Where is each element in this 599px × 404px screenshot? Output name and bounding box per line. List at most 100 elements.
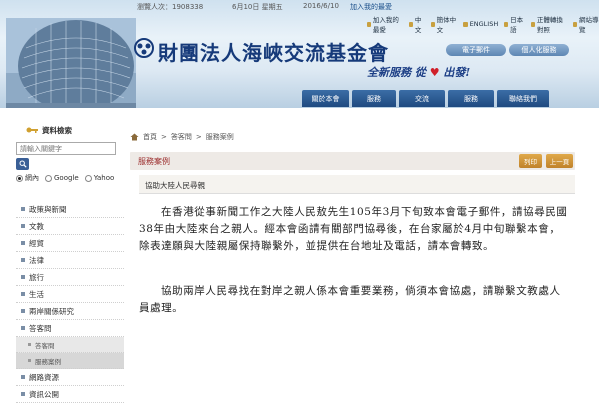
- bullet-icon: [21, 292, 25, 296]
- lang-icon: [409, 21, 413, 27]
- sidebar-item-policy-news[interactable]: 政策與新聞: [16, 201, 124, 218]
- email-button[interactable]: 電子郵件: [446, 44, 506, 56]
- home-icon: [130, 133, 139, 141]
- breadcrumb-current: 服務案例: [205, 133, 234, 141]
- slogan-part1: 全新服務 從: [367, 66, 426, 79]
- current-date: 6月10日 星期五: [232, 3, 283, 11]
- nav-about[interactable]: 關於本會: [302, 90, 349, 107]
- lang-icon: [462, 21, 468, 27]
- header-banner: 瀏覽人次：1908338 6月10日 星期五 2016/6/10 加入我的最愛 …: [0, 0, 599, 108]
- bullet-icon: [21, 326, 25, 330]
- sidebar-item-travel[interactable]: 旅行: [16, 269, 124, 286]
- heart-icon: ♥: [429, 66, 440, 79]
- sidebar-item-label: 答客問: [29, 323, 52, 333]
- nav-exchange[interactable]: 交流: [399, 90, 445, 107]
- slogan-part2: 出發!: [443, 66, 471, 79]
- favorite-icon: [367, 21, 371, 27]
- breadcrumb-faq[interactable]: 答客問: [171, 132, 192, 142]
- current-date-numeric: 2016/6/10: [303, 2, 339, 10]
- search-panel-title: 資料檢索: [42, 125, 72, 135]
- personalized-service-button[interactable]: 個人化服務: [509, 44, 569, 56]
- top-link-english[interactable]: ENGLISH: [462, 14, 498, 34]
- radio-label: 網內: [25, 174, 39, 182]
- sidebar-item-label: 兩岸關係研究: [29, 306, 74, 316]
- slogan: 全新服務 從 ♥ 出發!: [367, 64, 470, 80]
- top-link-sitemap[interactable]: 網站導覽: [573, 14, 599, 34]
- add-favorite-link[interactable]: 加入我的最愛: [350, 2, 392, 12]
- sidebar-subitem-faq[interactable]: 答客問: [16, 337, 124, 353]
- article-paragraph: 協助兩岸人民尋找在對岸之親人係本會重要業務，倘須本會協處，請聯繫文教處人員處理。: [139, 285, 561, 314]
- radio-yahoo[interactable]: Yahoo: [84, 174, 115, 182]
- radio-google[interactable]: Google: [45, 174, 79, 182]
- bullet-icon: [21, 275, 25, 279]
- language-links: 加入我的最愛 中文 簡体中文 ENGLISH 日本語 正體轉換對照 網站導覽: [367, 14, 599, 34]
- sidebar-item-law[interactable]: 法律: [16, 252, 124, 269]
- sidebar-item-economy[interactable]: 經貿: [16, 235, 124, 252]
- sidebar-item-label: 經貿: [29, 238, 44, 248]
- sidebar-item-life[interactable]: 生活: [16, 286, 124, 303]
- sidebar-item-label: 生活: [29, 289, 44, 299]
- print-button[interactable]: 列印: [519, 154, 542, 168]
- article-title: 協助大陸人民尋親: [139, 175, 575, 194]
- sidebar-menu: 政策與新聞 文教 經貿 法律 旅行 生活 兩岸關係研究 答客問 答客問 服務案例…: [16, 201, 124, 403]
- key-icon: [26, 127, 38, 133]
- top-link-convert[interactable]: 正體轉換對照: [531, 14, 567, 34]
- radio-dot: [84, 174, 92, 182]
- top-link-favorite[interactable]: 加入我的最愛: [367, 14, 403, 34]
- previous-page-button[interactable]: 上一頁: [546, 154, 573, 168]
- bullet-icon: [21, 258, 25, 262]
- radio-label: Yahoo: [93, 174, 115, 182]
- sidebar-item-label: 政策與新聞: [29, 204, 67, 214]
- bullet-icon: [28, 359, 31, 362]
- top-link-zh-tw[interactable]: 中文: [409, 14, 425, 34]
- top-link-japanese[interactable]: 日本語: [504, 14, 525, 34]
- foundation-logo-icon: [134, 38, 154, 58]
- search-panel-header: 資料檢索: [16, 122, 124, 138]
- article-paragraph: 在香港從事新聞工作之大陸人民敖先生105年3月下旬致本會電子郵件，請協尋民國38…: [139, 206, 568, 252]
- sidebar-item-faq[interactable]: 答客問: [16, 320, 124, 337]
- main-content: 首頁 > 答客問 > 服務案例 服務案例 列印 上一頁 協助大陸人民尋親 在香港…: [130, 131, 575, 314]
- visitor-count: 瀏覽人次：1908338: [137, 3, 204, 11]
- nav-services[interactable]: 服務: [352, 90, 396, 107]
- sidebar-subitem-service-cases[interactable]: 服務案例: [16, 353, 124, 369]
- sidebar-item-label: 旅行: [29, 272, 44, 282]
- search-scope: 網內 Google Yahoo: [16, 173, 124, 183]
- bullet-icon: [21, 207, 25, 211]
- sidebar-item-cross-strait-research[interactable]: 兩岸關係研究: [16, 303, 124, 320]
- radio-dot: [16, 174, 23, 182]
- sitemap-icon: [573, 21, 577, 27]
- top-link-zh-cn[interactable]: 簡体中文: [430, 14, 457, 34]
- search-icon: [19, 160, 27, 168]
- main-nav: 關於本會 服務 交流 服務 聯絡我們: [302, 90, 549, 107]
- search-button[interactable]: [16, 158, 29, 170]
- search-panel: 資料檢索 網內 Google Yahoo: [16, 122, 124, 183]
- section-header: 服務案例 列印 上一頁: [130, 152, 575, 170]
- sidebar-item-culture[interactable]: 文教: [16, 218, 124, 235]
- radio-dot: [45, 174, 52, 182]
- bullet-icon: [21, 241, 25, 245]
- sidebar-item-label: 資訊公開: [29, 389, 59, 399]
- lang-icon: [504, 21, 509, 27]
- breadcrumb: 首頁 > 答客問 > 服務案例: [130, 131, 575, 143]
- search-input[interactable]: [16, 142, 116, 155]
- bullet-icon: [21, 309, 25, 313]
- sidebar-item-label: 答客問: [35, 341, 55, 350]
- sidebar-item-label: 網路資源: [29, 372, 59, 382]
- nav-contact[interactable]: 聯絡我們: [497, 90, 549, 107]
- section-title: 服務案例: [138, 157, 170, 166]
- breadcrumb-home[interactable]: 首頁: [143, 132, 157, 142]
- lang-icon: [430, 21, 435, 27]
- radio-site[interactable]: 網內: [16, 173, 39, 183]
- bullet-icon: [21, 224, 25, 228]
- sidebar-item-label: 法律: [29, 255, 44, 265]
- bullet-icon: [28, 343, 31, 346]
- sidebar-item-info-disclosure[interactable]: 資訊公開: [16, 386, 124, 403]
- nav-services-2[interactable]: 服務: [448, 90, 494, 107]
- lang-icon: [531, 21, 535, 27]
- sidebar-item-label: 文教: [29, 221, 44, 231]
- sidebar-item-web-resources[interactable]: 網路資源: [16, 369, 124, 386]
- breadcrumb-separator: >: [161, 133, 167, 141]
- breadcrumb-separator: >: [195, 133, 202, 141]
- sidebar-item-label: 服務案例: [35, 357, 61, 366]
- radio-label: Google: [54, 174, 79, 182]
